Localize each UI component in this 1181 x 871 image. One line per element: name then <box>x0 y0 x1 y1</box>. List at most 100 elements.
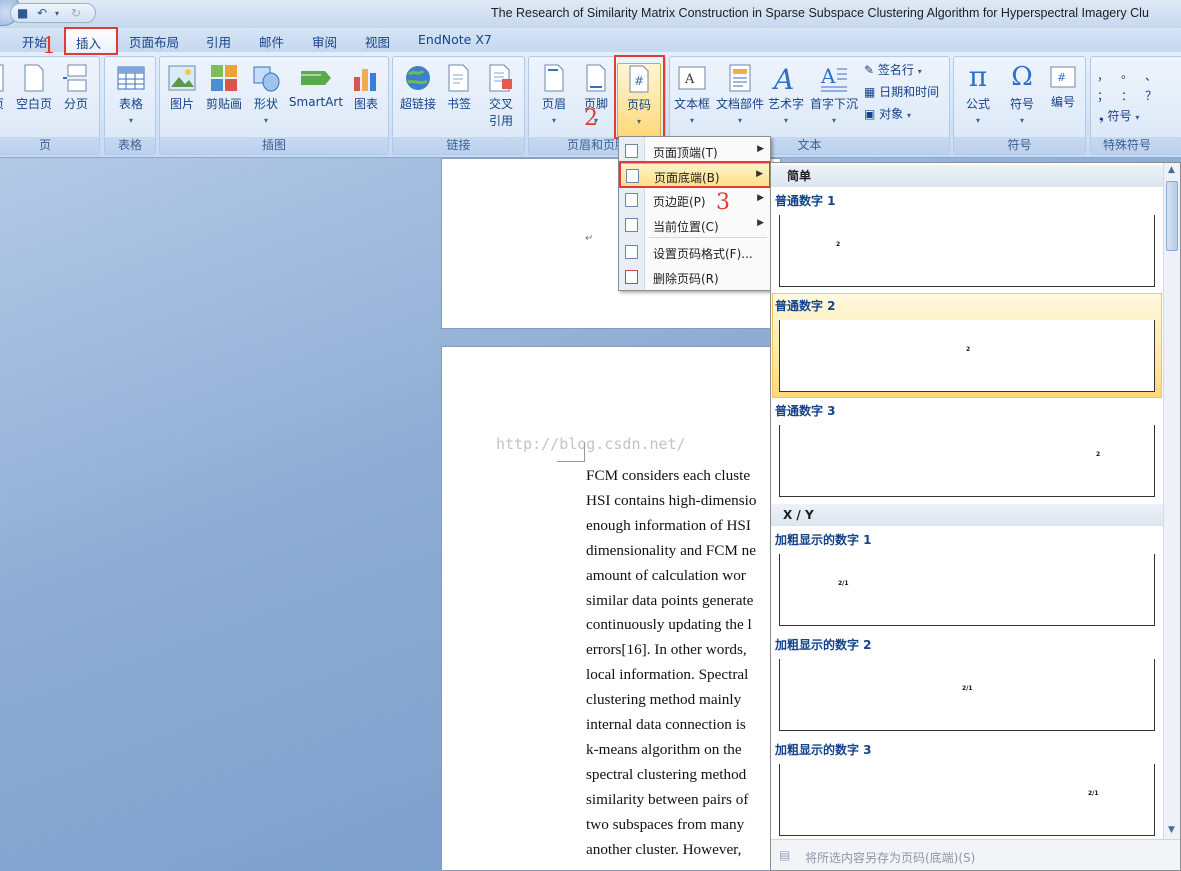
document-text-line: similar data points generate <box>586 591 754 609</box>
redo-icon[interactable]: ↻ <box>71 6 81 20</box>
page-number-sample: 2 <box>966 346 971 353</box>
globe-icon <box>406 66 430 90</box>
scroll-down-icon[interactable]: ▼ <box>1168 825 1175 835</box>
svg-text:A: A <box>820 64 836 88</box>
document-text-line: internal data connection is <box>586 716 746 733</box>
textbox-button[interactable]: A 文本框 ▾ <box>672 63 712 126</box>
quick-parts-button[interactable]: 文档部件 ▾ <box>714 63 766 126</box>
chevron-down-icon: ▾ <box>128 116 133 125</box>
wordart-button[interactable]: A 艺术字 ▾ <box>767 63 805 126</box>
group-illustrations-label: 插图 <box>160 137 388 154</box>
menu-item-current-position[interactable]: 当前位置(C) ▶ <box>619 213 770 237</box>
gallery-item-plain-number-2[interactable]: 2 <box>779 320 1155 392</box>
cross-reference-button[interactable]: 交叉 引用 <box>481 63 521 129</box>
period-symbol[interactable]: 。 <box>1121 65 1133 82</box>
menu-separator <box>649 237 767 238</box>
undo-dropdown-icon[interactable]: ▾ <box>55 9 59 18</box>
equation-button[interactable]: π 公式 ▾ <box>958 61 998 126</box>
page-number-menu: 页面顶端(T) ▶ 页面底端(B) ▶ 页边距(P) ▶ 当前位置(C) ▶ 设… <box>618 136 771 291</box>
table-icon <box>117 66 145 90</box>
ribbon: 页 空白页 分页 页 表格 ▾ 表格 图片 剪贴画 形状 ▾ <box>0 52 1181 158</box>
undo-icon[interactable]: ↶ <box>37 6 47 20</box>
hyperlink-button[interactable]: 超链接 <box>397 63 439 112</box>
blank-page-label: 空白页 <box>15 97 52 111</box>
cross-reference-label-1: 交叉 <box>488 97 513 111</box>
document-page[interactable]: http://blog.csdn.net/ FCM considers each… <box>441 346 781 871</box>
tab-references[interactable]: 引用 <box>206 32 231 51</box>
table-button[interactable]: 表格 ▾ <box>109 63 153 126</box>
menu-item-page-top[interactable]: 页面顶端(T) ▶ <box>619 139 770 163</box>
gallery-item-bold-number-1[interactable]: 2/1 <box>779 554 1155 626</box>
date-time-button[interactable]: ▦ 日期和时间 <box>864 83 939 100</box>
object-icon: ▣ <box>864 107 876 121</box>
paragraph-mark: ↵ <box>585 233 594 244</box>
chevron-down-icon: ▾ <box>783 116 788 125</box>
gallery-item-bold-number-3[interactable]: 2/1 <box>779 764 1155 836</box>
annotation-box-insert-tab <box>64 27 118 55</box>
gallery-item-bold-number-2[interactable]: 2/1 <box>779 659 1155 731</box>
signature-line-button[interactable]: ✎ 签名行 ▾ <box>864 61 922 78</box>
drop-cap-button[interactable]: A 首字下沉 ▾ <box>808 63 860 126</box>
tab-endnote[interactable]: EndNote X7 <box>418 32 492 47</box>
tab-review[interactable]: 审阅 <box>312 32 337 51</box>
menu-item-label: 删除页码(R) <box>653 272 719 286</box>
wordart-icon: A <box>771 63 794 93</box>
smartart-button[interactable]: SmartArt <box>288 63 344 109</box>
symbol-button[interactable]: Ω 符号 ▾ <box>1002 61 1042 126</box>
save-icon[interactable]: ■ <box>17 6 28 20</box>
cover-page-button[interactable]: 页 <box>0 63 5 112</box>
gallery-item-plain-number-3[interactable]: 2 <box>779 425 1155 497</box>
submenu-arrow-icon: ▶ <box>757 144 764 154</box>
tab-page-layout[interactable]: 页面布局 <box>129 32 179 51</box>
picture-button[interactable]: 图片 <box>164 63 200 112</box>
menu-item-page-margins[interactable]: 页边距(P) ▶ <box>619 188 770 212</box>
tab-view[interactable]: 视图 <box>365 32 390 51</box>
wordart-label: 艺术字 <box>767 97 804 111</box>
enumeration-comma-symbol[interactable]: 、 <box>1145 67 1157 84</box>
clipart-button[interactable]: 剪贴画 <box>204 63 244 112</box>
gallery-item-plain-number-1[interactable]: 2 <box>779 215 1155 287</box>
gallery-scrollbar[interactable]: ▲ ▼ <box>1163 163 1180 839</box>
question-mark-symbol[interactable]: ？ <box>1145 87 1157 104</box>
shapes-button[interactable]: 形状 ▾ <box>248 63 284 126</box>
group-symbols-label: 符号 <box>954 137 1085 154</box>
gallery-footer[interactable]: ▤ 将所选内容另存为页码(底端)(S) <box>771 839 1180 870</box>
title-bar: ■ ↶ ▾ ↻ The Research of Similarity Matri… <box>0 0 1181 28</box>
drop-cap-label: 首字下沉 <box>809 97 858 111</box>
chevron-down-icon: ▾ <box>263 116 268 125</box>
menu-item-remove-page-numbers[interactable]: 删除页码(R) <box>619 265 770 289</box>
document-text-line: another cluster. However, <box>586 840 742 858</box>
text-cursor-corner <box>557 442 585 462</box>
ribbon-tabs: 开始 页面布局 引用 邮件 审阅 视图 EndNote X7 <box>0 28 1181 52</box>
shapes-icon <box>253 66 280 92</box>
scroll-up-icon[interactable]: ▲ <box>1168 165 1175 175</box>
blank-page-button[interactable]: 空白页 <box>13 63 55 112</box>
document-text-line: amount of calculation wor <box>586 566 746 584</box>
special-symbol-dropdown[interactable]: ❟ 符号 ▾ <box>1099 107 1139 124</box>
chevron-down-icon: ▾ <box>831 116 836 125</box>
semicolon-symbol[interactable]: ； <box>1097 87 1109 104</box>
annotation-number-3: 3 <box>716 190 730 215</box>
scroll-thumb[interactable] <box>1166 181 1178 251</box>
tab-mailings[interactable]: 邮件 <box>259 32 284 51</box>
header-button[interactable]: 页眉 ▾ <box>533 63 575 126</box>
svg-text:A: A <box>684 72 695 87</box>
chart-button[interactable]: 图表 <box>348 63 384 112</box>
page-break-button[interactable]: 分页 <box>59 63 93 112</box>
picture-icon <box>168 65 196 91</box>
colon-symbol[interactable]: ： <box>1121 87 1133 104</box>
smartart-label: SmartArt <box>288 95 344 109</box>
bookmark-button[interactable]: 书签 <box>443 63 475 112</box>
equation-label: 公式 <box>965 97 990 111</box>
menu-item-format-page-numbers[interactable]: 设置页码格式(F)... <box>619 240 770 264</box>
submenu-arrow-icon: ▶ <box>757 193 764 203</box>
watermark: http://blog.csdn.net/ <box>496 435 686 453</box>
object-button[interactable]: ▣ 对象 ▾ <box>864 105 911 122</box>
header-label: 页眉 <box>541 97 566 111</box>
annotation-number-2: 2 <box>584 106 598 131</box>
numbering-button[interactable]: # 编号 <box>1044 63 1082 110</box>
chevron-down-icon: ▾ <box>1135 113 1140 122</box>
document-text-line: spectral clustering method <box>586 765 747 783</box>
comma-symbol[interactable]: ， <box>1097 67 1109 84</box>
document-text-line: similarity between pairs of <box>586 790 749 808</box>
